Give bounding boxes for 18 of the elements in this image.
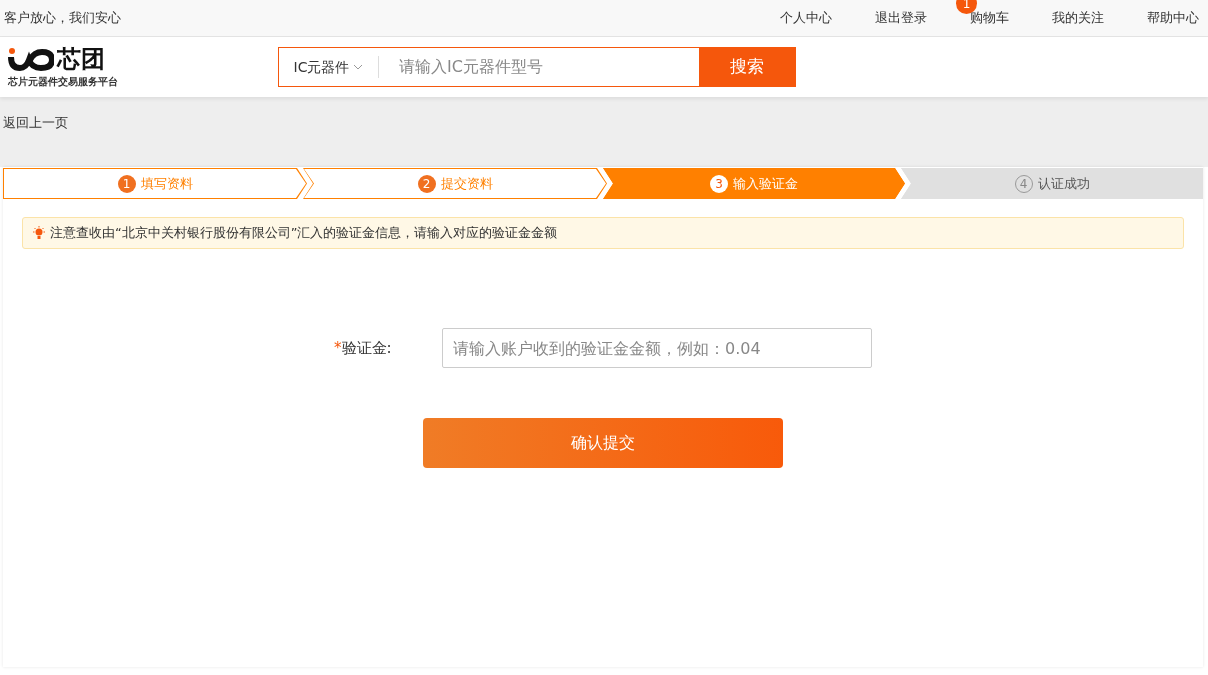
back-link[interactable]: 返回上一页: [3, 115, 68, 130]
lightbulb-icon: [32, 226, 46, 240]
progress-step: 1 填写资料: [3, 168, 307, 199]
field-label: *验证金:: [334, 337, 393, 359]
top-nav-link[interactable]: 帮助中心: [1147, 8, 1199, 28]
logo-icon: [8, 45, 54, 72]
slogan-text: 客户放心，我们安心: [4, 9, 121, 28]
amount-input-field[interactable]: 请输入账户收到的验证金金额，例如：0.04: [442, 328, 872, 368]
top-nav-link[interactable]: 退出登录: [875, 8, 927, 28]
top-nav-link[interactable]: 我的关注: [1052, 8, 1104, 28]
top-nav-link[interactable]: 个人中心: [780, 8, 832, 28]
logo-text: 芯团: [57, 46, 105, 71]
notice-text: 注意查收由“北京中关村银行股份有限公司”汇入的验证金信息，请输入对应的验证金金额: [50, 224, 558, 243]
progress-step: 2 提交资料: [303, 168, 607, 199]
logo-tagline: 芯片元器件交易服务平台: [8, 74, 118, 89]
search-bar[interactable]: IC元器件 请输入IC元器件型号 搜索: [278, 47, 796, 87]
chevron-down-icon: [353, 64, 364, 70]
progress-step: 3 输入验证金: [603, 168, 905, 199]
